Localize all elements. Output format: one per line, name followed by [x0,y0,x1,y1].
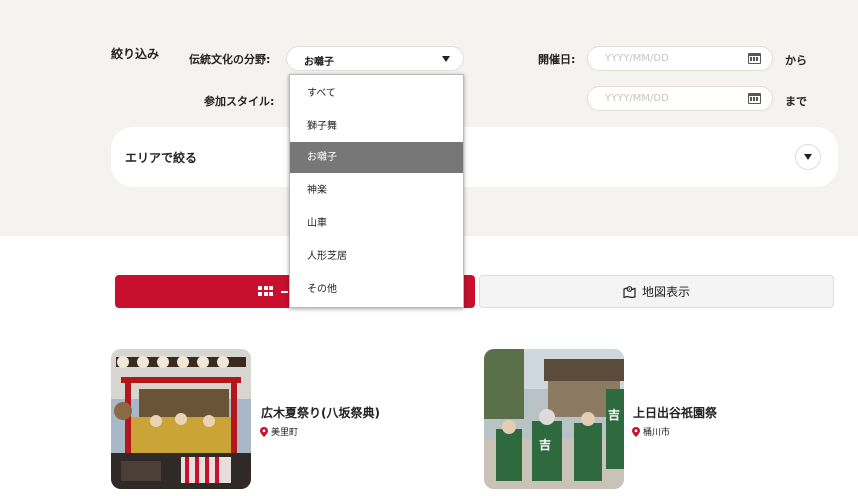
genre-dropdown-list[interactable]: すべて 獅子舞 お囃子 神楽 山車 人形芝居 その他 [289,74,464,308]
date-to-input[interactable]: YYYY/MM/DD [587,86,773,111]
area-filter-label: エリアで絞る [125,151,198,165]
grid-icon [258,286,273,297]
date-from-suffix: から [785,54,807,67]
expand-area-button[interactable] [795,144,821,170]
caret-down-icon [804,154,812,160]
caret-down-icon [442,56,450,62]
calendar-icon[interactable] [748,53,761,64]
map-view-button[interactable]: 地図表示 [479,275,834,308]
location-pin-icon [632,426,640,437]
result-card-image[interactable] [111,349,251,489]
result-card-title[interactable]: 広木夏祭り(八坂祭典) [261,404,380,421]
genre-label: 伝統文化の分野: [189,53,271,66]
date-label: 開催日: [538,53,576,66]
location-pin-icon [260,426,268,437]
date-to-placeholder: YYYY/MM/DD [605,93,669,104]
result-card-title[interactable]: 上日出谷祇園祭 [633,404,717,421]
dropdown-option-ningyo-shibai[interactable]: 人形芝居 [290,241,463,272]
result-card-image[interactable]: 吉 吉 [484,349,624,489]
area-filter-toggle[interactable]: エリアで絞る [111,127,838,187]
dropdown-option-all[interactable]: すべて [290,78,463,109]
date-from-placeholder: YYYY/MM/DD [605,53,669,64]
dropdown-option-ohayashi[interactable]: お囃子 [290,142,463,173]
dropdown-option-kagura[interactable]: 神楽 [290,175,463,206]
svg-text:吉: 吉 [608,407,620,422]
result-card-location: 桶川市 [632,425,670,438]
date-from-input[interactable]: YYYY/MM/DD [587,46,773,71]
dropdown-option-dashi[interactable]: 山車 [290,208,463,239]
map-icon [623,286,636,298]
result-card-location-text: 桶川市 [643,428,671,438]
list-label-partial [281,291,288,293]
calendar-icon[interactable] [748,93,761,104]
dropdown-option-other[interactable]: その他 [290,274,463,305]
participation-label: 参加スタイル: [204,95,275,108]
dropdown-option-shishimai[interactable]: 獅子舞 [290,111,463,142]
date-to-suffix: まで [785,95,807,108]
result-card-location: 美里町 [260,425,298,438]
genre-select-value: お囃子 [304,57,334,68]
result-card-location-text: 美里町 [271,428,299,438]
map-view-label: 地図表示 [641,285,690,299]
filter-heading: 絞り込み [111,47,160,61]
svg-text:吉: 吉 [539,437,551,452]
genre-select[interactable]: お囃子 [286,46,464,71]
